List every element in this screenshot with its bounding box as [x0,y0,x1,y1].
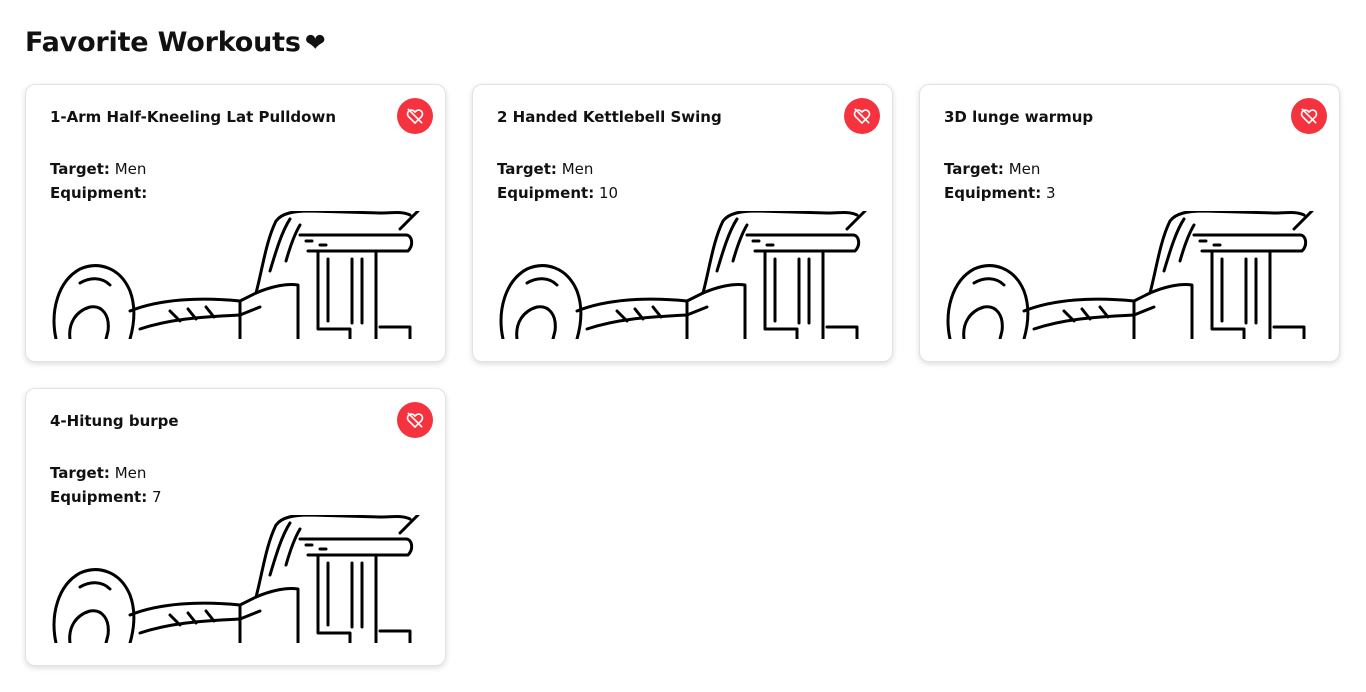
equipment-value: 7 [151,488,162,506]
equipment-row: Equipment: 7 [50,485,162,509]
target-value: Men [114,160,147,178]
workout-meta: Target: Men Equipment: [50,157,147,205]
heart-crossed-icon [406,412,424,428]
page-title-text: Favorite Workouts [25,27,301,58]
target-value: Men [114,464,147,482]
workout-grid: 1-Arm Half-Kneeling Lat Pulldown Target:… [25,84,1341,666]
favorites-page: Favorite Workouts ❤ 1-Arm Half-Kneeling L… [0,0,1366,692]
equipment-row: Equipment: 10 [497,181,618,205]
equipment-label: Equipment: [497,184,595,202]
target-label: Target: [497,160,557,178]
equipment-value: 10 [598,184,619,202]
page-title: Favorite Workouts ❤ [25,25,326,61]
equipment-row: Equipment: [50,181,147,205]
equipment-label: Equipment: [944,184,1042,202]
heart-icon: ❤ [304,28,326,57]
workout-meta: Target: Men Equipment: 3 [944,157,1056,205]
workout-meta: Target: Men Equipment: 7 [50,461,162,509]
workout-illustration [944,211,1316,339]
workout-name: 3D lunge warmup [944,108,1094,126]
remove-favorite-button[interactable] [1291,98,1327,134]
equipment-value: 3 [1045,184,1056,202]
workout-card[interactable]: 1-Arm Half-Kneeling Lat Pulldown Target:… [25,84,446,362]
remove-favorite-button[interactable] [397,402,433,438]
remove-favorite-button[interactable] [397,98,433,134]
workout-name: 4-Hitung burpe [50,412,179,430]
workout-illustration [497,211,869,339]
remove-favorite-button[interactable] [844,98,880,134]
target-label: Target: [944,160,1004,178]
target-value: Men [561,160,594,178]
equipment-row: Equipment: 3 [944,181,1056,205]
target-row: Target: Men [50,461,162,485]
workout-name: 1-Arm Half-Kneeling Lat Pulldown [50,108,337,126]
target-label: Target: [50,464,110,482]
workout-card[interactable]: 3D lunge warmup Target: Men Equipment: 3 [919,84,1340,362]
workout-card[interactable]: 2 Handed Kettlebell Swing Target: Men Eq… [472,84,893,362]
workout-meta: Target: Men Equipment: 10 [497,157,618,205]
equipment-label: Equipment: [50,488,148,506]
heart-crossed-icon [406,108,424,124]
workout-name: 2 Handed Kettlebell Swing [497,108,722,126]
workout-illustration [50,211,422,339]
target-value: Men [1008,160,1041,178]
target-row: Target: Men [50,157,147,181]
workout-illustration [50,515,422,643]
heart-crossed-icon [853,108,871,124]
target-label: Target: [50,160,110,178]
heart-crossed-icon [1300,108,1318,124]
target-row: Target: Men [497,157,618,181]
equipment-label: Equipment: [50,184,148,202]
workout-card[interactable]: 4-Hitung burpe Target: Men Equipment: 7 [25,388,446,666]
target-row: Target: Men [944,157,1056,181]
